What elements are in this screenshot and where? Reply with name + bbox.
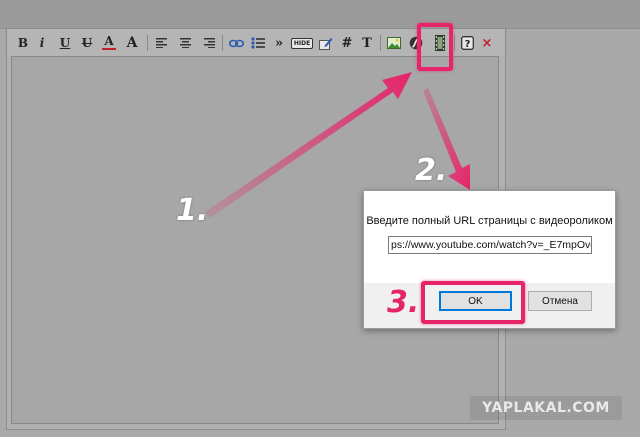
align-left-button[interactable]: [154, 34, 168, 52]
help-icon: ?: [460, 36, 474, 50]
list-button[interactable]: [250, 34, 266, 52]
italic-button[interactable]: i: [36, 34, 48, 52]
font-color-button[interactable]: A: [102, 34, 116, 50]
toolbar-separator: [222, 35, 223, 51]
cancel-button[interactable]: Отмена: [528, 291, 592, 311]
quote-icon: »: [274, 35, 284, 51]
link-icon: [228, 39, 244, 47]
link-button[interactable]: [228, 34, 244, 52]
hash-button[interactable]: #: [341, 34, 353, 52]
watermark: YAPLAKAL.COM: [470, 396, 622, 420]
align-center-button[interactable]: [178, 34, 192, 52]
video-button-highlight: [417, 23, 453, 71]
toolbar-separator: [147, 35, 148, 51]
edit-icon: [319, 37, 333, 50]
font-size-button[interactable]: A: [124, 34, 140, 52]
edit-button[interactable]: [318, 34, 334, 52]
align-left-icon: [155, 38, 167, 48]
list-icon: [251, 37, 265, 49]
step-2-label: 2.: [415, 153, 448, 188]
quote-button[interactable]: »: [273, 34, 285, 52]
page-header-strip: [0, 0, 640, 29]
step-3-label: 3.: [387, 285, 420, 320]
ok-button-highlight: [421, 281, 525, 324]
close-icon: ×: [481, 35, 493, 51]
help-button[interactable]: ?: [459, 34, 475, 52]
underline-button[interactable]: U: [58, 34, 72, 52]
close-button[interactable]: ×: [481, 34, 493, 52]
image-button[interactable]: [386, 34, 402, 52]
text-button[interactable]: T: [361, 34, 373, 52]
align-right-button[interactable]: [202, 34, 216, 52]
dialog-message: Введите полный URL страницы с видеоролик…: [366, 215, 613, 227]
toolbar-separator: [454, 35, 455, 51]
url-input[interactable]: ps://www.youtube.com/watch?v=_E7mpOvqpaY: [388, 236, 592, 254]
strikethrough-button[interactable]: U: [80, 34, 94, 52]
step-1-label: 1.: [176, 193, 209, 228]
svg-text:?: ?: [464, 39, 470, 50]
hide-button[interactable]: HIDE: [290, 34, 314, 52]
align-right-icon: [203, 38, 215, 48]
toolbar-separator: [380, 35, 381, 51]
image-icon: [387, 37, 401, 49]
url-input-value: ps://www.youtube.com/watch?v=_E7mpOvqpaY: [391, 239, 591, 251]
align-center-icon: [179, 38, 191, 48]
hide-icon: HIDE: [290, 37, 314, 49]
bold-button[interactable]: B: [16, 34, 30, 52]
